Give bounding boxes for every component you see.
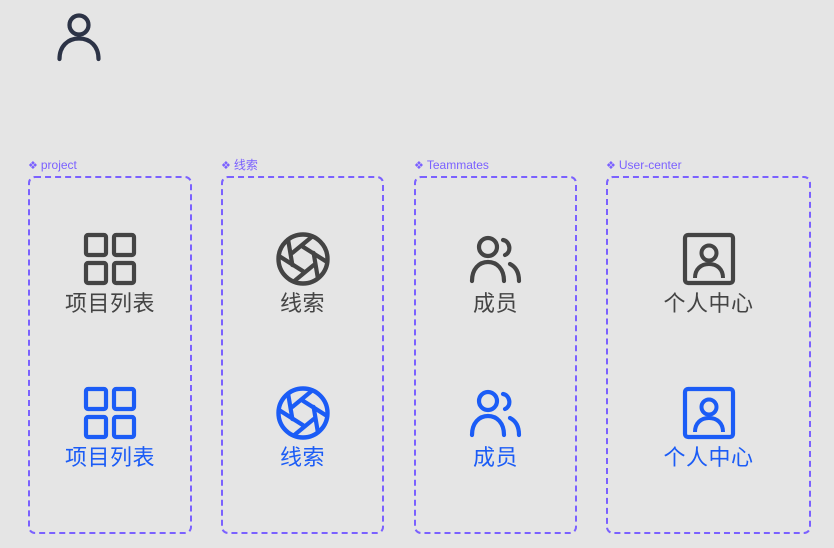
component-set-icon: ❖ — [221, 160, 231, 172]
users-icon — [469, 235, 521, 284]
tab-teammates-selected[interactable]: 成员 — [416, 386, 575, 472]
component-set-label: ❖ project — [28, 158, 77, 172]
component-set-frame: 成员 成员 — [414, 176, 577, 534]
tab-project-default[interactable]: 项目列表 — [30, 232, 190, 318]
tab-label: 成员 — [472, 292, 518, 317]
tab-user-center-default[interactable]: 个人中心 — [608, 232, 809, 318]
tab-label: 线索 — [279, 292, 325, 317]
component-set-label: ❖ User-center — [606, 158, 682, 172]
tab-user-center-selected[interactable]: 个人中心 — [608, 386, 809, 472]
tab-label: 个人中心 — [663, 446, 754, 471]
component-set-frame: 项目列表 项目列表 — [28, 176, 192, 534]
tab-label: 项目列表 — [64, 292, 155, 317]
user-card-icon — [682, 386, 735, 440]
tab-label: 成员 — [472, 446, 518, 471]
users-icon — [469, 389, 521, 438]
tab-teammates-default[interactable]: 成员 — [416, 232, 575, 318]
component-set-label: ❖ 线索 — [221, 158, 258, 172]
aperture-icon — [275, 232, 330, 286]
aperture-icon — [275, 386, 330, 440]
component-set-icon: ❖ — [414, 160, 424, 172]
component-set-icon: ❖ — [606, 160, 616, 172]
grid-icon — [83, 386, 137, 440]
tab-label: 项目列表 — [64, 446, 155, 471]
user-icon — [57, 13, 101, 62]
user-card-icon — [682, 232, 735, 286]
grid-icon — [83, 232, 137, 286]
tab-label: 线索 — [279, 446, 325, 471]
tab-leads-default[interactable]: 线索 — [223, 232, 382, 318]
component-set-frame: 线索 线索 — [221, 176, 384, 534]
tab-project-selected[interactable]: 项目列表 — [30, 386, 190, 472]
component-set-frame: 个人中心 个人中心 — [606, 176, 811, 534]
tab-label: 个人中心 — [663, 292, 754, 317]
component-set-label: ❖ Teammates — [414, 158, 489, 172]
component-set-icon: ❖ — [28, 160, 38, 172]
tab-leads-selected[interactable]: 线索 — [223, 386, 382, 472]
